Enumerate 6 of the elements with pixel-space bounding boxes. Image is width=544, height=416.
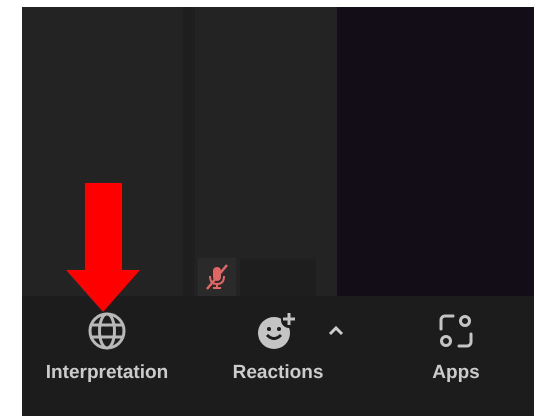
apps-icon bbox=[438, 313, 474, 349]
interpretation-button[interactable]: Interpretation bbox=[32, 296, 182, 416]
apps-button[interactable]: Apps bbox=[416, 296, 496, 416]
globe-icon bbox=[87, 311, 127, 351]
reactions-button[interactable]: Reactions bbox=[228, 296, 328, 416]
caret-icon[interactable] bbox=[328, 326, 344, 336]
